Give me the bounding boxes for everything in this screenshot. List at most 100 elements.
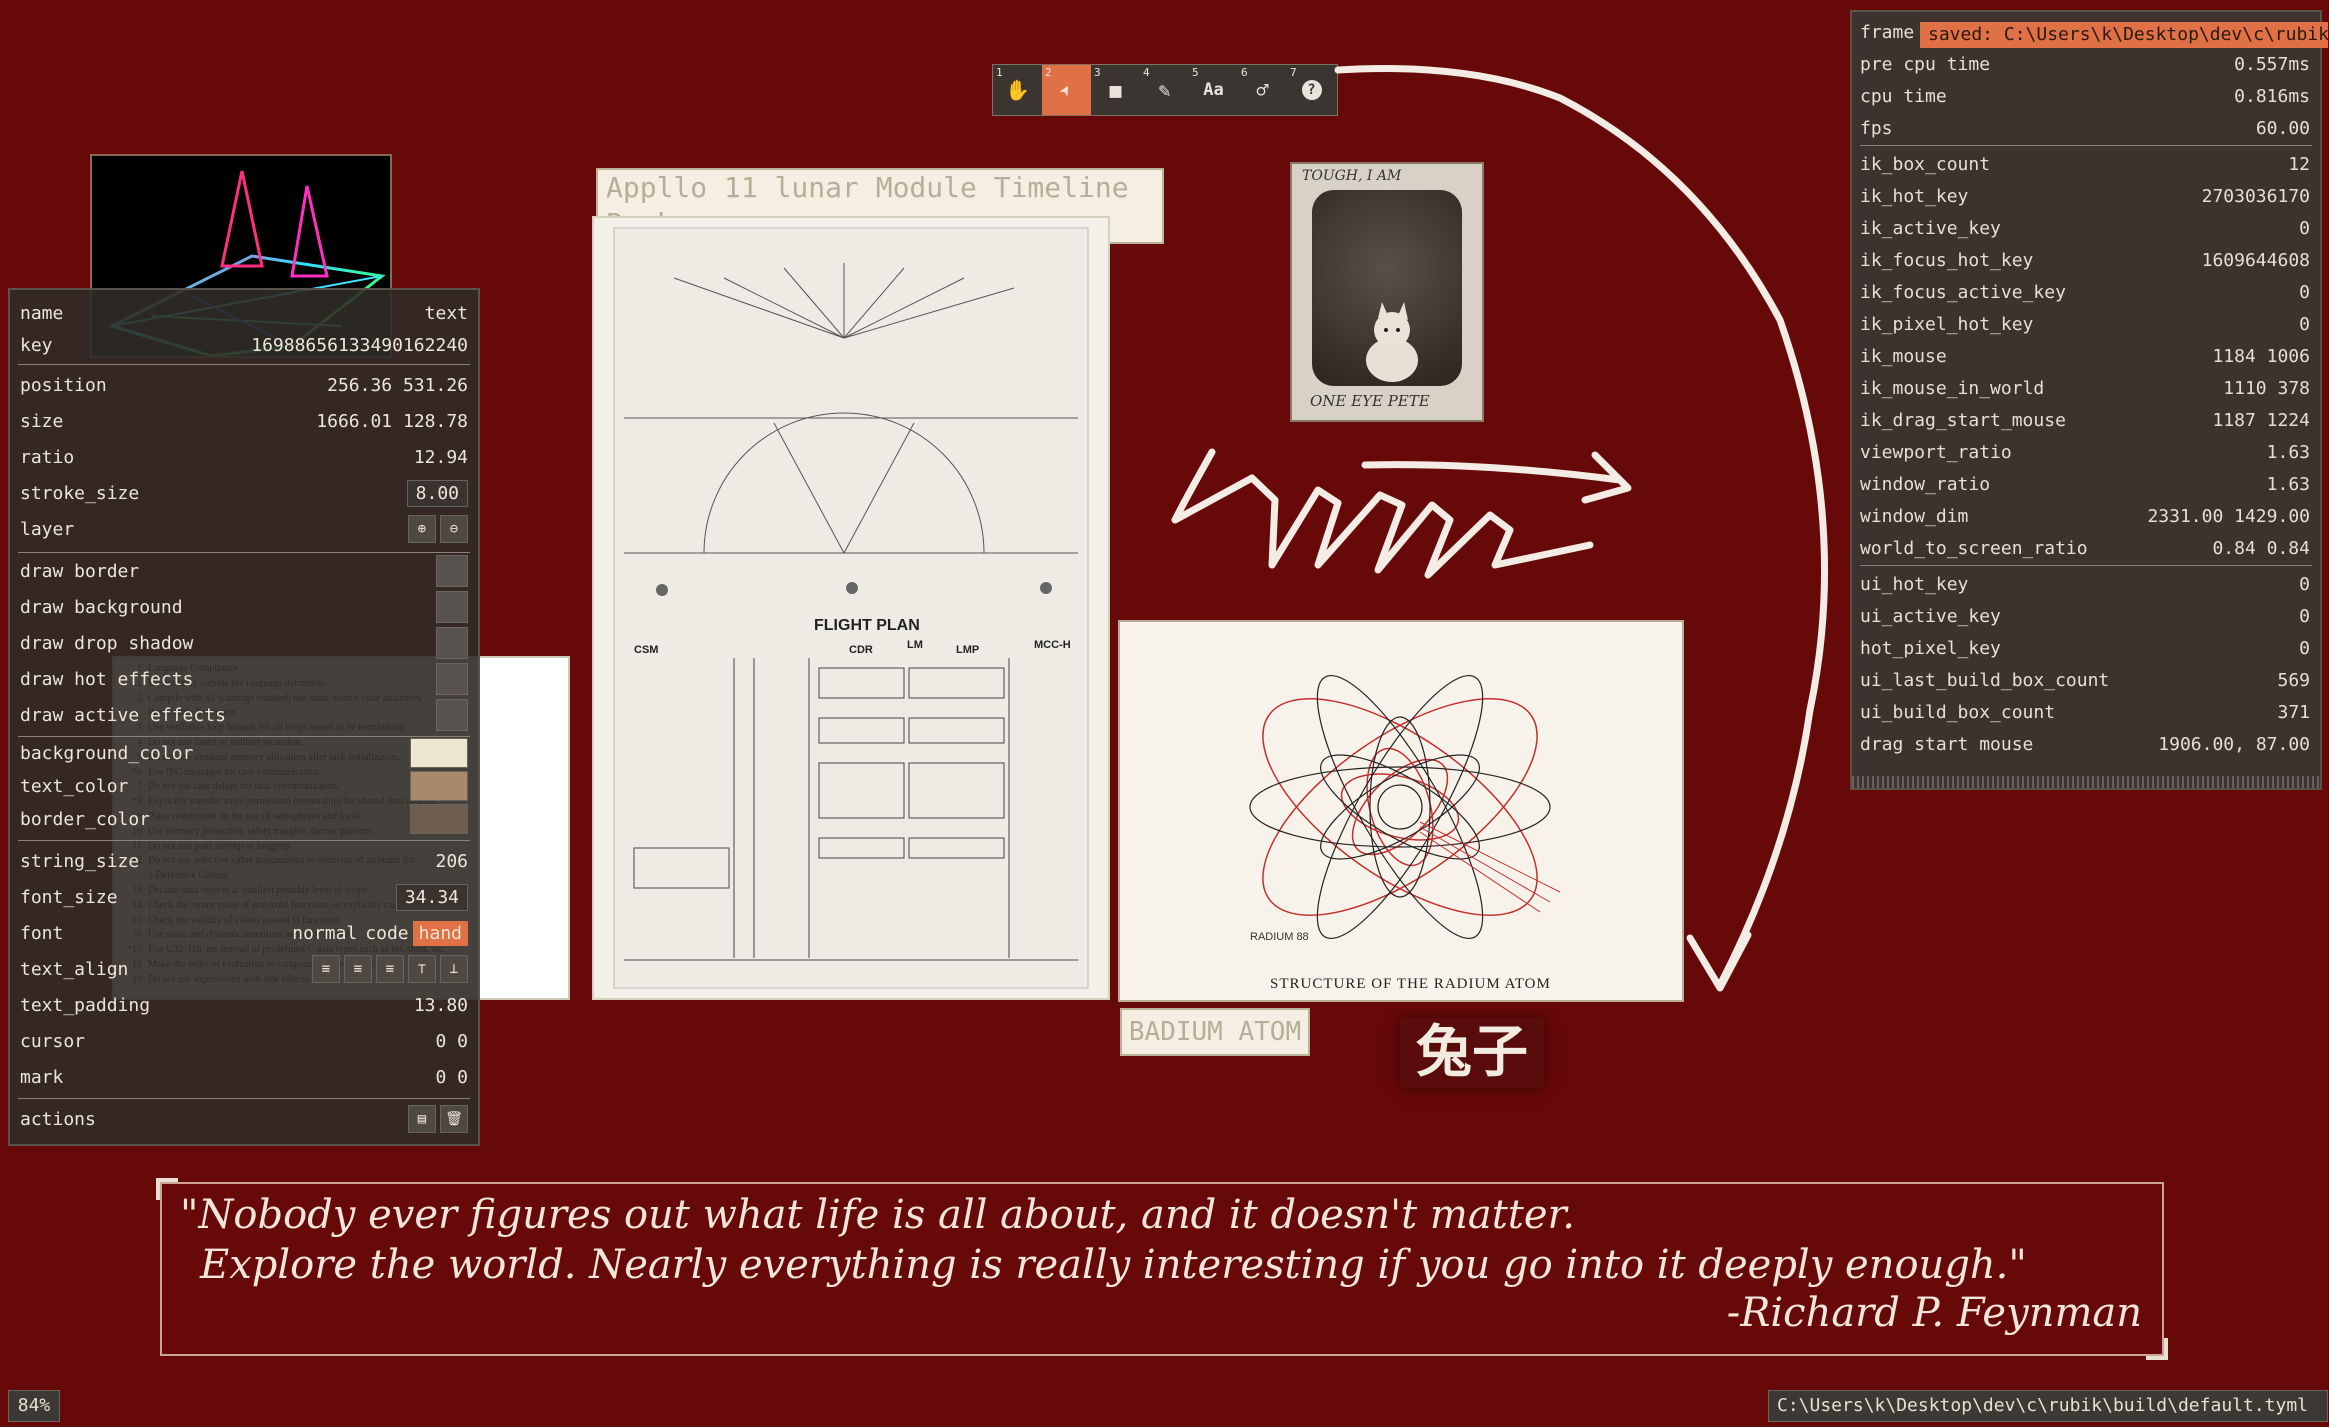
- stat-row: ik_mouse 1184 1006: [1860, 340, 2310, 372]
- zoom-indicator[interactable]: 84%: [8, 1390, 60, 1422]
- atom-title: STRUCTURE OF THE RADIUM ATOM: [1270, 976, 1551, 992]
- stat-row: cpu time 0.816ms: [1860, 80, 2310, 112]
- stroke-size-label: stroke_size: [20, 482, 140, 504]
- background-color-swatch[interactable]: [410, 738, 468, 768]
- layer-label: layer: [20, 518, 75, 540]
- draw-border-checkbox[interactable]: [436, 555, 468, 587]
- stat-row: ik_hot_key 2703036170: [1860, 180, 2310, 212]
- quote-line-2: Explore the world. Nearly everything is …: [200, 1242, 2027, 1288]
- font-size-field[interactable]: 34.34: [395, 883, 468, 911]
- ratio-value[interactable]: 12.94: [414, 447, 468, 468]
- draw-hot-effects-row: draw hot effects: [20, 663, 468, 695]
- stat-value: 1110 378: [2223, 377, 2310, 399]
- text-padding-label: text_padding: [20, 994, 151, 1016]
- align-right-icon[interactable]: ≡: [376, 955, 404, 983]
- stat-key: ik_mouse_in_world: [1860, 377, 2045, 399]
- align-bottom-icon[interactable]: ⊥: [440, 955, 468, 983]
- stat-row: ui_hot_key 0: [1860, 568, 2310, 600]
- font-option-hand[interactable]: hand: [412, 920, 468, 946]
- key-label: key: [20, 334, 53, 356]
- stat-key: ui_last_build_box_count: [1860, 669, 2110, 691]
- saved-notification: saved: C:\Users\k\Desktop\dev\c\rubik\b: [1920, 22, 2328, 48]
- quote-box[interactable]: "Nobody ever figures out what life is al…: [156, 1178, 2168, 1360]
- align-center-icon[interactable]: ≡: [344, 955, 372, 983]
- stat-value: 0.84 0.84: [2212, 537, 2310, 559]
- stat-key: ik_active_key: [1860, 217, 2001, 239]
- col-cdr: CDR: [849, 644, 873, 656]
- draw-drop-shadow-checkbox[interactable]: [436, 627, 468, 659]
- cat-caption-top: TOUGH, I AM: [1302, 168, 1402, 184]
- stat-key: drag start mouse: [1860, 733, 2034, 755]
- flight-plan-drawing: FLIGHT PLAN CSM CDR LM LMP MCC-H: [613, 227, 1089, 989]
- stat-row: ik_drag_start_mouse 1187 1224: [1860, 404, 2310, 436]
- font-row: font normal code hand: [20, 918, 468, 948]
- draw-hot-effects-label: draw hot effects: [20, 668, 194, 690]
- inspector-panel: name text key 16988656133490162240 positio…: [8, 288, 480, 1146]
- cursor-row: cursor 0 0: [20, 1026, 468, 1056]
- font-size-row: font_size 34.34: [20, 882, 468, 912]
- stat-value: 0.816ms: [2234, 85, 2310, 107]
- border-color-swatch[interactable]: [410, 804, 468, 834]
- key-value: 16988656133490162240: [251, 334, 468, 356]
- text-padding-row: text_padding 13.80: [20, 990, 468, 1020]
- divider: [1860, 565, 2312, 566]
- text-color-swatch[interactable]: [410, 771, 468, 801]
- atom-caption[interactable]: BADIUM ATOM: [1120, 1008, 1310, 1056]
- stroke-size-field[interactable]: 8.00: [406, 479, 468, 507]
- size-value[interactable]: 1666.01 128.78: [316, 411, 468, 432]
- text-color-label: text_color: [20, 775, 129, 797]
- stat-key: cpu time: [1860, 85, 1947, 107]
- duplicate-icon[interactable]: ▤: [408, 1105, 436, 1133]
- cat-caption-bottom: ONE EYE PETE: [1310, 392, 1430, 410]
- stat-key: ik_focus_active_key: [1860, 281, 2066, 303]
- ratio-row: ratio 12.94: [20, 442, 468, 472]
- draw-background-label: draw background: [20, 596, 183, 618]
- stat-row: ui_active_key 0: [1860, 600, 2310, 632]
- cat-photo[interactable]: TOUGH, I AM ONE EYE PETE: [1290, 162, 1484, 422]
- kanji-text[interactable]: 兔子: [1400, 1018, 1544, 1088]
- divider: [1860, 145, 2312, 146]
- align-left-icon[interactable]: ≡: [312, 955, 340, 983]
- divider: [18, 552, 470, 553]
- border-color-label: border_color: [20, 808, 151, 830]
- quote-corner-handle[interactable]: [2146, 1338, 2168, 1360]
- stat-value: 0: [2299, 217, 2310, 239]
- stat-value: 12: [2288, 153, 2310, 175]
- stat-row: ik_focus_active_key 0: [1860, 276, 2310, 308]
- font-option-normal[interactable]: normal: [288, 921, 361, 946]
- size-row: size 1666.01 128.78: [20, 406, 468, 436]
- draw-background-checkbox[interactable]: [436, 591, 468, 623]
- text-align-row: text_align ≡ ≡ ≡ ⊤ ⊥: [20, 954, 468, 984]
- stat-key: ik_focus_hot_key: [1860, 249, 2034, 271]
- text-padding-value[interactable]: 13.80: [414, 995, 468, 1016]
- draw-active-effects-row: draw active effects: [20, 699, 468, 731]
- stat-key: window_dim: [1860, 505, 1969, 527]
- apollo-flight-plan-image[interactable]: FLIGHT PLAN CSM CDR LM LMP MCC-H: [592, 216, 1110, 1000]
- trash-icon[interactable]: 🗑: [440, 1105, 468, 1133]
- ratio-label: ratio: [20, 446, 75, 468]
- radium-atom-image[interactable]: RADIUM 88 STRUCTURE OF THE RADIUM ATOM: [1118, 620, 1684, 1002]
- align-top-icon[interactable]: ⊤: [408, 955, 436, 983]
- stat-key: hot_pixel_key: [1860, 637, 2001, 659]
- stat-row: ik_pixel_hot_key 0: [1860, 308, 2310, 340]
- divider: [18, 364, 470, 365]
- col-lm: LM: [907, 639, 923, 651]
- draw-hot-effects-checkbox[interactable]: [436, 663, 468, 695]
- stats-scrollbar[interactable]: [1852, 776, 2320, 788]
- cat-icon: [1366, 302, 1418, 382]
- cursor-value: 0 0: [435, 1030, 468, 1052]
- string-size-label: string_size: [20, 850, 140, 872]
- position-value[interactable]: 256.36 531.26: [327, 375, 468, 396]
- layer-down-button[interactable]: ⊖: [440, 515, 468, 543]
- quote-corner-handle[interactable]: [156, 1178, 178, 1200]
- layer-up-button[interactable]: ⊕: [408, 515, 436, 543]
- draw-background-row: draw background: [20, 591, 468, 623]
- border-color-row: border_color: [20, 804, 468, 834]
- actions-row: actions ▤ 🗑: [20, 1104, 468, 1134]
- stat-key: ui_active_key: [1860, 605, 2001, 627]
- text-color-row: text_color: [20, 771, 468, 801]
- stat-value: 0: [2299, 313, 2310, 335]
- stat-row: fps 60.00: [1860, 112, 2310, 144]
- font-option-code[interactable]: code: [361, 921, 412, 946]
- draw-active-effects-checkbox[interactable]: [436, 699, 468, 731]
